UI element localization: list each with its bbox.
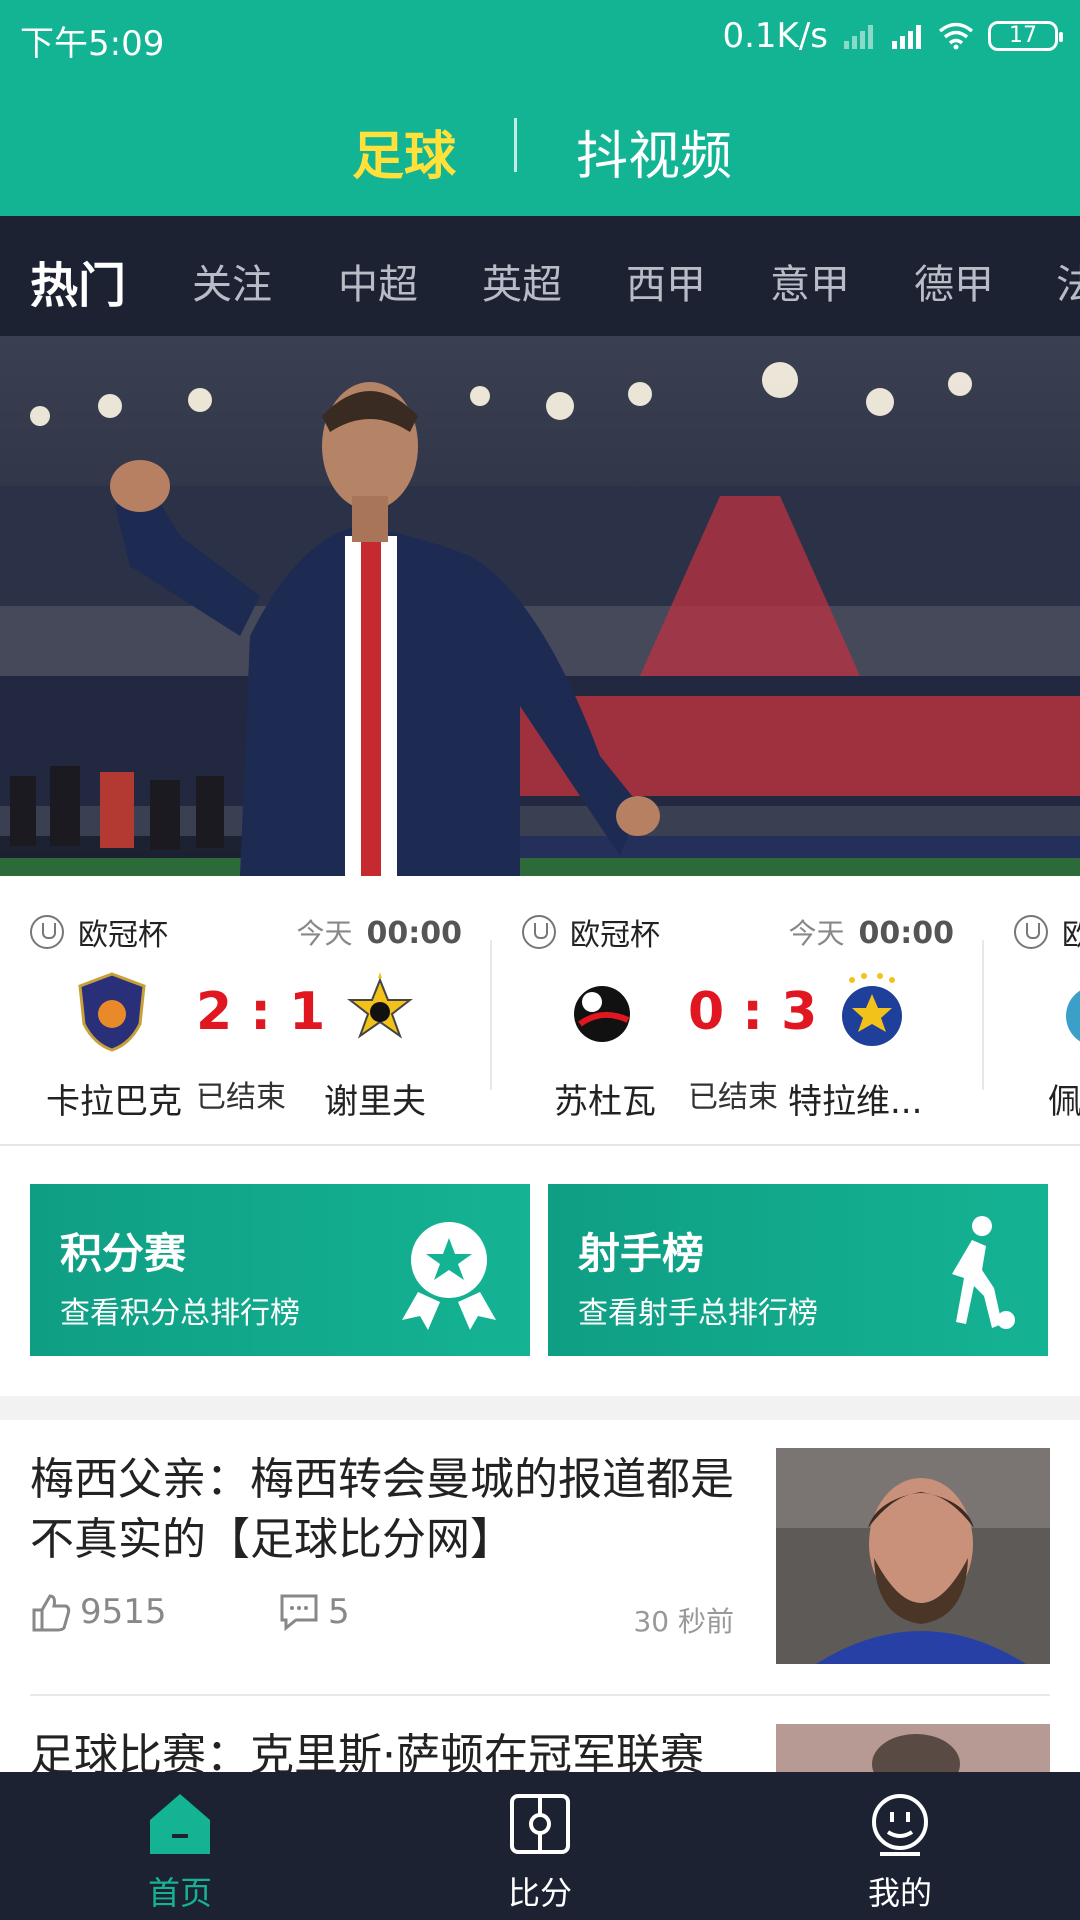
banner-image [0,336,1080,876]
champions-league-icon [1014,915,1048,949]
signal-weak-icon [844,25,873,49]
match-time: 今天 00:00 [788,912,954,952]
status-bar: 下午5:09 0.1K/s 17 [0,0,1080,74]
maccabi-crest-icon [842,973,902,1046]
news-likes[interactable]: 9515 [30,1592,167,1632]
tab-short-video[interactable]: 抖视频 [576,114,732,189]
home-icon [150,1794,210,1854]
match-league: 欧冠杯 [522,910,660,954]
category-hot[interactable]: 热门 [30,246,126,316]
likes-count: 9515 [80,1592,167,1632]
category-ligue1[interactable]: 法 [1056,252,1080,310]
category-csl[interactable]: 中超 [338,252,418,310]
news-divider [30,1694,1050,1696]
category-epl[interactable]: 英超 [482,252,562,310]
league-name: 欧冠杯 [78,918,168,953]
match-day: 今天 [296,917,353,950]
home-team: 卡拉巴克 [46,1082,182,1122]
category-seriea[interactable]: 意甲 [770,252,850,310]
tab-separator [514,118,517,172]
news-comments[interactable]: 5 [278,1592,350,1632]
match-day: 今天 [788,917,845,950]
sheriff-crest-icon [347,972,413,1039]
match-time: 今天 00:00 [296,912,462,952]
match-score: 0 : 3 [688,982,818,1042]
match-league: 欧冠杯 [30,910,168,954]
match-league: 欧 [1014,910,1080,954]
tab-football[interactable]: 足球 [352,114,456,189]
nav-home-label: 首页 [147,1874,212,1912]
battery-icon: 17 [988,21,1063,51]
champions-league-icon [30,915,64,949]
award-star-icon [402,1222,496,1330]
profile-icon [872,1794,928,1856]
standings-subtitle: 查看积分总排行榜 [60,1296,300,1331]
suduva-crest-icon [574,986,630,1042]
comments-count: 5 [328,1592,350,1632]
category-follow[interactable]: 关注 [192,252,272,310]
match-card[interactable]: 欧冠杯 今天 00:00 0 : 3 苏杜瓦 已结束 特拉维... [492,876,984,1144]
standings-title: 积分赛 [60,1229,187,1278]
news-time: 30 秒前 [633,1605,734,1638]
news-thumbnail [776,1448,1050,1664]
top-scorers-card[interactable]: 射手榜 查看射手总排行榜 [548,1184,1048,1356]
bottom-nav: 首页 比分 我的 [0,1772,1080,1920]
qarabag-crest-icon [78,972,146,1052]
match-status: 已结束 [196,1080,286,1115]
news-thumbnail-image [776,1448,1050,1664]
match-card[interactable]: 欧 佩 [984,876,1080,1144]
signal-strong-icon [892,25,921,49]
category-bar: 热门 关注 中超 英超 西甲 意甲 德甲 法 [0,216,1080,336]
team-crest-icon [1066,990,1080,1042]
champions-league-icon [522,915,556,949]
match-card[interactable]: 欧冠杯 今天 00:00 2 : 1 卡拉巴克 已结束 谢里夫 [0,876,492,1144]
home-team: 佩 [1048,1082,1080,1122]
top-tab-bar: 足球 抖视频 [0,74,1080,216]
network-speed: 0.1K/s [722,16,828,56]
feature-cards: 积分赛 查看积分总排行榜 射手榜 查看射手总排行榜 [0,1146,1080,1396]
top-scorers-subtitle: 查看射手总排行榜 [578,1296,818,1331]
match-clock: 00:00 [366,916,463,951]
news-title: 梅西父亲：梅西转会曼城的报道都是不真实的【足球比分网】 [30,1454,734,1565]
thumbs-up-icon [32,1594,71,1632]
away-team: 谢里夫 [324,1082,426,1122]
standings-card[interactable]: 积分赛 查看积分总排行榜 [30,1184,530,1356]
nav-profile[interactable]: 我的 [720,1772,1080,1920]
nav-scores[interactable]: 比分 [360,1772,720,1920]
wifi-icon [938,22,974,50]
status-indicators: 0.1K/s 17 [722,16,1063,56]
away-team: 特拉维... [788,1082,923,1122]
section-gap [0,1396,1080,1420]
comment-icon [280,1594,318,1632]
home-team: 苏杜瓦 [554,1082,656,1122]
nav-profile-label: 我的 [867,1874,932,1912]
status-time: 下午5:09 [20,24,165,64]
match-score: 2 : 1 [196,982,326,1042]
nav-home[interactable]: 首页 [0,1772,360,1920]
featured-banner[interactable] [0,336,1080,876]
league-name: 欧冠杯 [570,918,660,953]
nav-scores-label: 比分 [507,1874,572,1912]
match-status: 已结束 [688,1080,778,1115]
scoreboard-icon [510,1794,570,1854]
match-carousel: 欧冠杯 今天 00:00 2 : 1 卡拉巴克 已结束 谢里夫 欧冠杯 今天 00:… [0,876,1080,1146]
league-name: 欧 [1062,910,1080,954]
match-clock: 00:00 [858,916,955,951]
soccer-player-icon [952,1216,1015,1329]
battery-level: 17 [1009,23,1037,48]
category-laliga[interactable]: 西甲 [626,252,706,310]
category-bundesliga[interactable]: 德甲 [914,252,994,310]
top-scorers-title: 射手榜 [578,1229,705,1278]
